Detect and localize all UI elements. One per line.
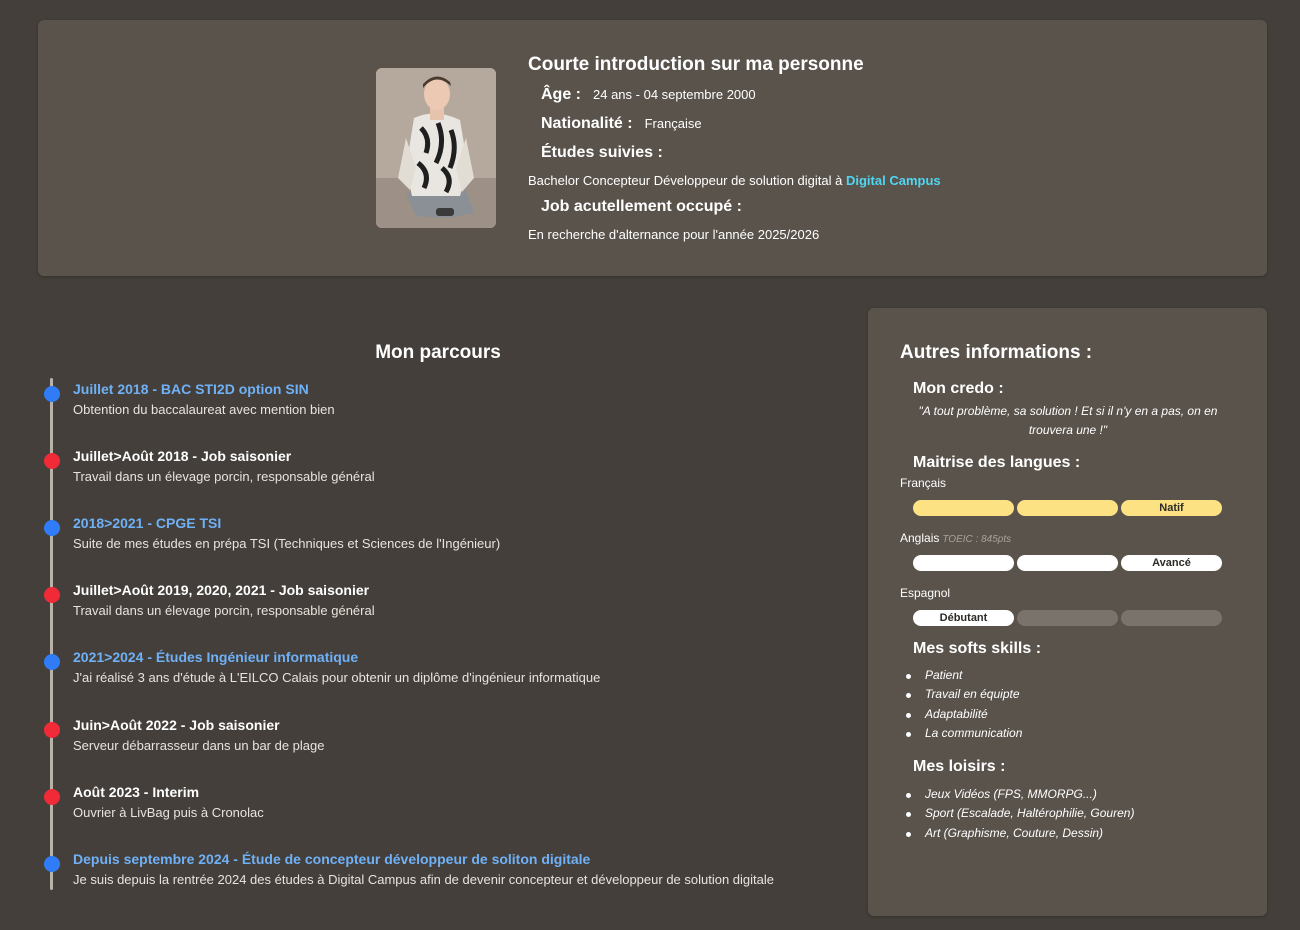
parcours-section: Mon parcours Juillet 2018 - BAC STI2D op… — [38, 330, 838, 910]
language-name: Anglais TOEIC : 845pts — [900, 531, 1011, 545]
timeline-item-title: Juillet 2018 - BAC STI2D option SIN — [73, 381, 309, 397]
timeline-item-desc: J'ai réalisé 3 ans d'étude à L'EILCO Cal… — [73, 670, 601, 686]
level-segment: Avancé — [1121, 555, 1222, 571]
soft-skill-item: La communication — [905, 724, 1022, 743]
loisirs-list: Jeux Vidéos (FPS, MMORPG...) Sport (Escal… — [905, 785, 1134, 843]
timeline-item-desc: Obtention du baccalaureat avec mention b… — [73, 402, 335, 417]
timeline-item-title: Juillet>Août 2019, 2020, 2021 - Job sais… — [73, 582, 370, 599]
timeline-item-desc: Travail dans un élevage porcin, responsa… — [73, 603, 375, 619]
study-dot-icon — [44, 654, 60, 671]
timeline-item-desc: Suite de mes études en prépa TSI (Techni… — [73, 536, 501, 552]
level-segment — [1017, 610, 1118, 626]
intro-title: Courte introduction sur ma personne — [528, 54, 864, 75]
digital-campus-link[interactable]: Digital Campus — [846, 173, 941, 188]
timeline-item-title: 2018>2021 - CPGE TSI — [73, 515, 222, 532]
job-text: En recherche d'alternance pour l'année 2… — [528, 227, 820, 242]
timeline-item-desc: Travail dans un élevage porcin, responsa… — [73, 469, 375, 485]
job-dot-icon — [44, 587, 60, 604]
job-dot-icon — [44, 453, 60, 470]
study-dot-icon — [44, 520, 60, 537]
level-segment — [1121, 610, 1222, 626]
autres-title: Autres informations : — [900, 342, 1093, 363]
nationality-value: Française — [644, 116, 702, 131]
intro-section: Courte introduction sur ma personne Âge … — [528, 52, 1088, 242]
credo-text: "A tout problème, sa solution ! Et si il… — [918, 404, 1218, 437]
loisir-item: Art (Graphisme, Couture, Dessin) — [905, 824, 1134, 843]
language-label: Anglais — [900, 531, 940, 545]
level-segment — [913, 555, 1014, 571]
level-segment — [1017, 555, 1118, 571]
soft-skill-item: Patient — [905, 666, 1022, 685]
soft-skill-item: Travail en équipte — [905, 685, 1022, 704]
profile-photo — [376, 68, 496, 228]
level-segment — [1017, 500, 1118, 516]
timeline-item-desc: Je suis depuis la rentrée 2024 des étude… — [73, 871, 775, 887]
timeline-item-title: Depuis septembre 2024 - Étude de concept… — [73, 850, 591, 867]
nationality-row: Nationalité : Française — [541, 115, 702, 133]
studies-label: Études suivies : — [541, 144, 663, 161]
language-note: TOEIC : 845pts — [942, 534, 1012, 545]
language-label: Espagnol — [900, 586, 951, 600]
softs-title: Mes softs skills : — [913, 640, 1042, 657]
language-level-bar: Débutant — [913, 610, 1222, 626]
study-dot-icon — [44, 386, 60, 402]
loisir-item: Jeux Vidéos (FPS, MMORPG...) — [905, 785, 1134, 804]
parcours-title: Mon parcours — [375, 342, 501, 363]
studies-text: Bachelor Concepteur Développeur de solut… — [528, 173, 941, 188]
soft-skill-item: Adaptabilité — [905, 705, 1022, 724]
age-label: Âge : — [541, 86, 581, 103]
nationality-label: Nationalité : — [541, 115, 633, 132]
timeline-item-title: Août 2023 - Interim — [73, 783, 200, 800]
language-level-bar: Natif — [913, 500, 1222, 516]
level-segment: Natif — [1121, 500, 1222, 516]
softs-list: Patient Travail en équipte Adaptabilité La … — [905, 666, 1022, 743]
age-value: 24 ans - 04 septembre 2000 — [593, 87, 756, 102]
age-row: Âge : 24 ans - 04 septembre 2000 — [541, 86, 756, 104]
language-name: Espagnol — [900, 586, 950, 600]
autres-card: Autres informations : Mon credo : "A tou… — [868, 308, 1267, 916]
job-label: Job acutellement occupé : — [541, 198, 742, 215]
timeline-item-desc: Serveur débarrasseur dans un bar de plag… — [73, 737, 325, 753]
level-segment: Débutant — [913, 610, 1014, 626]
language-level-bar: Avancé — [913, 555, 1222, 571]
job-dot-icon — [44, 788, 60, 805]
loisirs-title: Mes loisirs : — [913, 758, 1006, 775]
langues-title: Maitrise des langues : — [913, 454, 1081, 471]
timeline-item-title: 2021>2024 - Études Ingénieur informatiqu… — [73, 649, 359, 666]
language-label: Français — [900, 476, 947, 490]
language-name: Français — [900, 476, 946, 490]
credo-title: Mon credo : — [913, 380, 1004, 397]
studies-row: Études suivies : — [541, 144, 663, 162]
timeline-item-desc: Ouvrier à LivBag puis à Cronolac — [73, 804, 264, 820]
loisir-item: Sport (Escalade, Haltérophilie, Gouren) — [905, 804, 1134, 823]
study-dot-icon — [44, 855, 60, 872]
studies-description: Bachelor Concepteur Développeur de solut… — [528, 173, 846, 188]
timeline-item-title: Juin>Août 2022 - Job saisonier — [73, 716, 280, 733]
job-row: Job acutellement occupé : — [541, 198, 742, 216]
job-dot-icon — [44, 721, 60, 738]
level-segment — [913, 500, 1014, 516]
timeline-item-title: Juillet>Août 2018 - Job saisonier — [73, 448, 292, 465]
